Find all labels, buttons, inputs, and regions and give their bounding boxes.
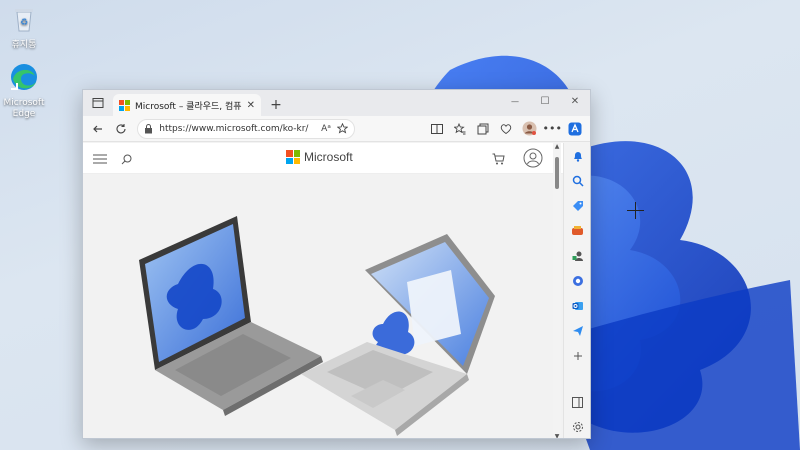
window-controls: — ☐ ✕: [500, 90, 590, 112]
site-search-button[interactable]: [115, 148, 137, 170]
refresh-icon: [116, 123, 126, 133]
more-dots-icon: •••: [542, 122, 563, 135]
favorites-icon: [453, 122, 466, 134]
search-icon: [572, 175, 584, 187]
office-button[interactable]: [569, 272, 587, 290]
scroll-down-icon[interactable]: ▼: [553, 433, 561, 438]
hero-image: [83, 174, 569, 438]
split-icon: [572, 396, 583, 408]
tab-bar: Microsoft – 클라우드, 컴퓨터, 앱 ✕ + — ☐ ✕: [83, 90, 590, 116]
people-button[interactable]: [569, 247, 587, 265]
logo-red: [119, 99, 124, 105]
office-icon: [572, 276, 583, 286]
edge-window: Microsoft – 클라우드, 컴퓨터, 앱 ✕ + — ☐ ✕ https…: [82, 89, 591, 439]
recycle-bin-label: 휴지통: [11, 40, 37, 50]
svg-text:♻: ♻: [20, 18, 28, 28]
sidebar-search-button[interactable]: [569, 172, 587, 190]
account-icon: [523, 148, 543, 168]
outlook-button[interactable]: [569, 297, 587, 315]
favorite-star-icon[interactable]: [336, 123, 348, 134]
left-laptop: [139, 216, 323, 416]
tab-actions-icon: [92, 98, 104, 108]
heart-pulse-icon: [500, 123, 512, 134]
split-screen-icon: [430, 123, 443, 134]
bell-icon: [573, 152, 582, 162]
drop-button[interactable]: [569, 322, 587, 340]
collections-button[interactable]: [472, 118, 493, 140]
minimize-button[interactable]: —: [500, 90, 530, 112]
browser-toolbar: https://www.microsoft.com/ko-kr/ Aᵃ •••: [83, 116, 590, 142]
games-icon: [572, 226, 583, 235]
outlook-icon: [572, 302, 583, 310]
read-aloud-button[interactable]: Aᵃ: [321, 124, 331, 134]
microsoft-logo-icon: [286, 150, 300, 164]
cart-icon: [492, 153, 505, 165]
copilot-icon: [568, 122, 582, 135]
tag-icon: [572, 201, 583, 211]
favorites-button[interactable]: [449, 118, 470, 140]
site-header: Microsoft: [83, 143, 569, 174]
address-bar[interactable]: https://www.microsoft.com/ko-kr/ Aᵃ: [137, 118, 355, 139]
microsoft-logo[interactable]: Microsoft: [286, 150, 353, 164]
edge-sidebar: [563, 143, 590, 438]
back-button[interactable]: [87, 118, 108, 140]
new-tab-button[interactable]: +: [265, 94, 287, 116]
site-menu-button[interactable]: [89, 148, 111, 170]
add-icon: [573, 352, 582, 360]
refresh-button[interactable]: [110, 118, 131, 140]
add-sidebar-app-button[interactable]: [569, 347, 587, 365]
logo-blue: [286, 157, 293, 164]
close-button[interactable]: ✕: [560, 90, 590, 112]
tab-title: Microsoft – 클라우드, 컴퓨터, 앱: [135, 101, 242, 112]
notifications-button[interactable]: [569, 147, 587, 165]
account-button[interactable]: [521, 146, 545, 170]
games-button[interactable]: [569, 222, 587, 240]
copilot-button[interactable]: [565, 118, 586, 140]
page-content: Microsoft: [83, 143, 569, 438]
logo-yellow: [293, 157, 300, 164]
logo-red: [286, 150, 293, 157]
search-icon: [121, 154, 131, 164]
logo-yellow: [125, 105, 130, 111]
recycle-bin-icon: ♻: [15, 9, 33, 32]
settings-icon: [572, 422, 583, 432]
edge-label-1: Microsoft: [3, 98, 45, 108]
edge-label-2: Edge: [12, 109, 36, 119]
avatar-icon: [522, 121, 537, 136]
split-screen-button[interactable]: [426, 118, 447, 140]
shopping-button[interactable]: [569, 197, 587, 215]
favicon-icon: [119, 99, 130, 111]
collections-icon: [477, 123, 489, 134]
crosshair-cursor-icon: [627, 202, 644, 219]
more-options-button[interactable]: •••: [542, 118, 563, 140]
edge-icon: [11, 64, 37, 90]
brand-name: Microsoft: [304, 150, 353, 164]
recycle-bin[interactable]: ♻ 휴지통: [0, 4, 48, 51]
tab-microsoft[interactable]: Microsoft – 클라우드, 컴퓨터, 앱 ✕: [113, 94, 261, 116]
tab-actions-button[interactable]: [83, 90, 113, 116]
browser-essentials-button[interactable]: [495, 118, 516, 140]
profile-button[interactable]: [519, 118, 540, 140]
address-url[interactable]: https://www.microsoft.com/ko-kr/: [159, 124, 315, 134]
edge-shortcut[interactable]: Microsoft Edge: [0, 62, 48, 120]
people-icon: [572, 251, 583, 261]
right-laptop: [301, 234, 495, 436]
logo-green: [293, 150, 300, 157]
hamburger-icon: [93, 154, 107, 164]
lock-icon: [145, 123, 153, 133]
laptops-illustration: [139, 216, 495, 436]
send-icon: [572, 326, 583, 336]
cart-button[interactable]: [487, 148, 509, 170]
maximize-button[interactable]: ☐: [530, 90, 560, 112]
scroll-up-icon[interactable]: ▲: [553, 143, 561, 150]
tab-close-button[interactable]: ✕: [247, 100, 255, 111]
hide-sidebar-button[interactable]: [569, 393, 587, 411]
logo-blue: [119, 105, 124, 111]
sidebar-settings-button[interactable]: [569, 418, 587, 436]
logo-green: [125, 99, 130, 105]
scrollbar-thumb[interactable]: [555, 157, 559, 189]
page-scrollbar[interactable]: ▲ ▼: [553, 143, 561, 438]
back-arrow-icon: [92, 125, 102, 132]
